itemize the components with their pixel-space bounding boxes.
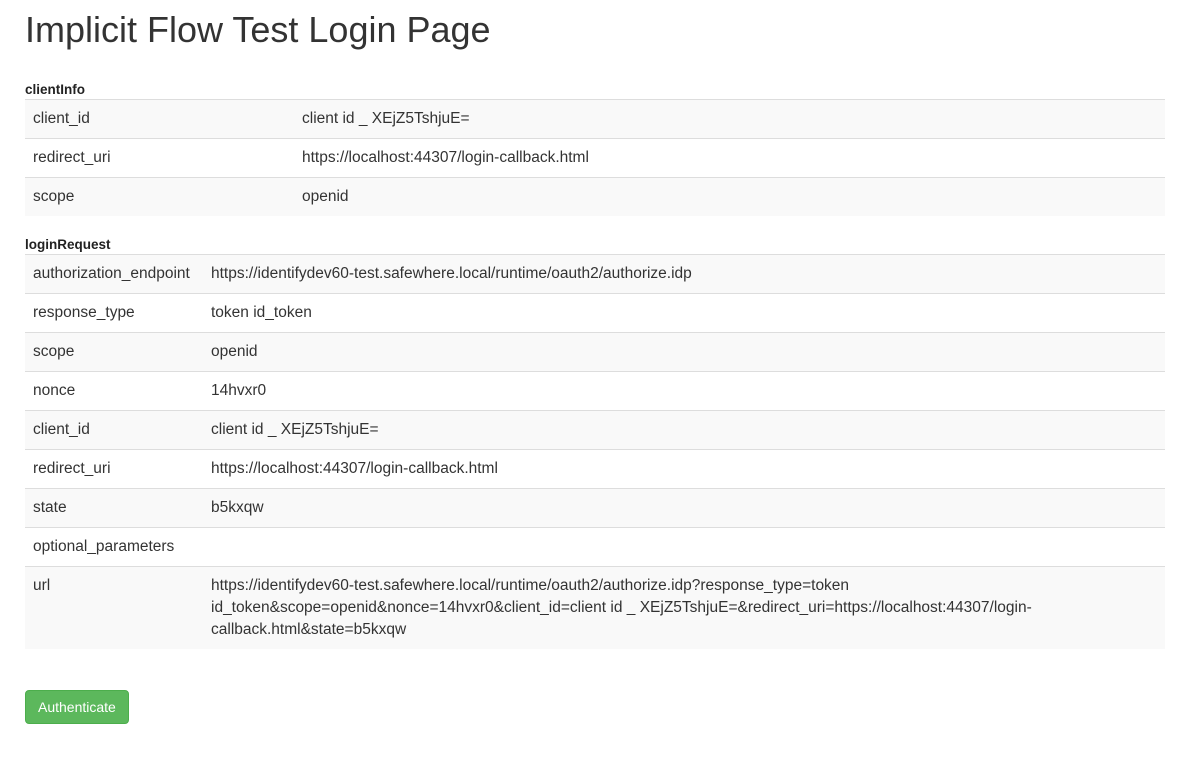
- table-row: nonce 14hvxr0: [25, 371, 1165, 411]
- table-row: state b5kxqw: [25, 488, 1165, 528]
- table-row: redirect_uri https://localhost:44307/log…: [25, 449, 1165, 489]
- row-key: state: [25, 488, 203, 528]
- row-key: scope: [25, 332, 203, 372]
- table-row: scope openid: [25, 332, 1165, 372]
- url-value: https://identifydev60-test.safewhere.loc…: [203, 566, 1165, 649]
- table-row: authorization_endpoint https://identifyd…: [25, 254, 1165, 294]
- row-key: authorization_endpoint: [25, 254, 203, 294]
- row-value: openid: [294, 177, 1165, 216]
- row-value: client id _ XEjZ5TshjuE=: [294, 99, 1165, 139]
- row-value: 14hvxr0: [203, 371, 1165, 411]
- table-row: redirect_uri https://localhost:44307/log…: [25, 138, 1165, 178]
- page-container: Implicit Flow Test Login Page clientInfo…: [0, 10, 1200, 724]
- row-key: nonce: [25, 371, 203, 411]
- row-value: token id_token: [203, 293, 1165, 333]
- login-request-heading: loginRequest: [25, 237, 111, 252]
- login-request-table: authorization_endpoint https://identifyd…: [25, 254, 1165, 649]
- row-value: https://localhost:44307/login-callback.h…: [294, 138, 1165, 178]
- client-info-heading: clientInfo: [25, 82, 85, 97]
- row-value: openid: [203, 332, 1165, 372]
- row-value: https://localhost:44307/login-callback.h…: [203, 449, 1165, 489]
- client-info-table: client_id client id _ XEjZ5TshjuE= redir…: [25, 99, 1165, 216]
- row-value: [203, 527, 1165, 567]
- row-key: url: [25, 566, 203, 649]
- row-value: https://identifydev60-test.safewhere.loc…: [203, 254, 1165, 294]
- row-key: client_id: [25, 410, 203, 450]
- table-row: scope openid: [25, 177, 1165, 216]
- row-value: b5kxqw: [203, 488, 1165, 528]
- table-row: response_type token id_token: [25, 293, 1165, 333]
- page-title: Implicit Flow Test Login Page: [25, 9, 491, 50]
- row-key: optional_parameters: [25, 527, 203, 567]
- row-key: client_id: [25, 99, 294, 139]
- row-key: scope: [25, 177, 294, 216]
- authenticate-button[interactable]: Authenticate: [25, 690, 129, 724]
- row-key: redirect_uri: [25, 449, 203, 489]
- table-row: client_id client id _ XEjZ5TshjuE=: [25, 99, 1165, 139]
- row-key: response_type: [25, 293, 203, 333]
- table-row: optional_parameters: [25, 527, 1165, 567]
- table-row: url https://identifydev60-test.safewhere…: [25, 566, 1165, 649]
- row-key: redirect_uri: [25, 138, 294, 178]
- row-value: client id _ XEjZ5TshjuE=: [203, 410, 1165, 450]
- table-row: client_id client id _ XEjZ5TshjuE=: [25, 410, 1165, 450]
